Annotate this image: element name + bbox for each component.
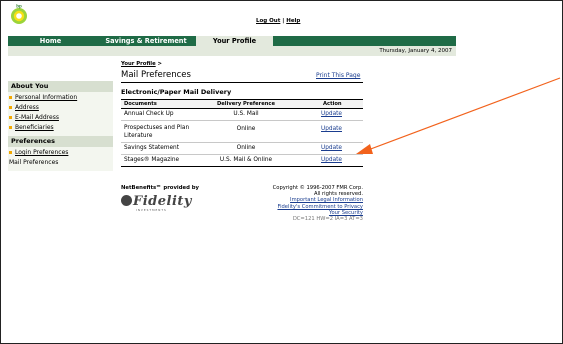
annotation-arrow-icon [356,77,561,154]
